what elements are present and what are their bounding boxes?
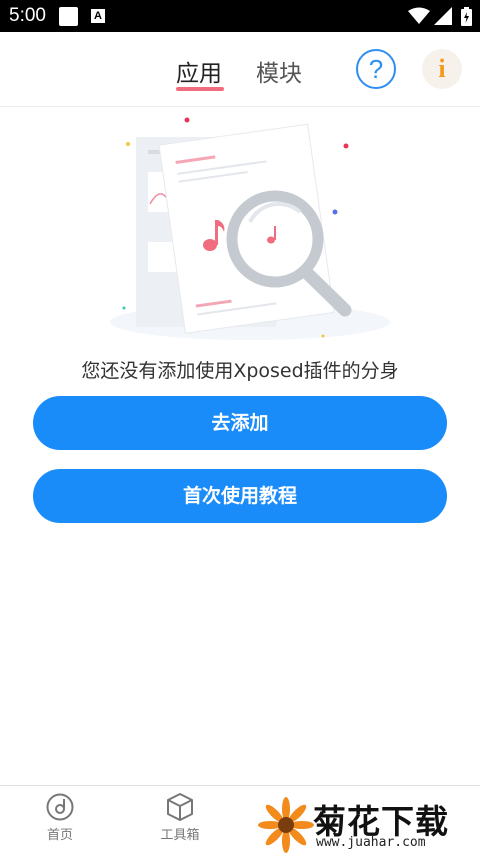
signal-icon: [434, 7, 452, 25]
nav-home-label: 首页: [46, 828, 73, 843]
add-button[interactable]: 去添加: [33, 396, 447, 450]
wifi-icon: [408, 7, 430, 24]
status-bar: 5:00 A: [0, 0, 480, 32]
help-button[interactable]: ?: [356, 49, 396, 89]
battery-icon: [461, 7, 472, 26]
notification-square-icon: [59, 7, 78, 26]
empty-state-message: 您还没有添加使用Xposed插件的分身: [81, 360, 399, 382]
active-tab-indicator: [176, 87, 224, 91]
status-time: 5:00: [9, 5, 46, 26]
chrysanthemum-logo-icon: [258, 797, 314, 853]
tutorial-button[interactable]: 首次使用教程: [33, 469, 447, 523]
tab-modules[interactable]: 模块: [256, 54, 302, 88]
home-disc-icon: [46, 793, 74, 821]
nav-item-toolbox[interactable]: 工具箱: [145, 792, 215, 843]
nav-item-home[interactable]: 首页: [25, 792, 95, 843]
notification-a-icon: A: [91, 9, 105, 23]
top-header: 应用 模块 ? i: [0, 32, 480, 107]
toolbox-cube-icon: [167, 793, 193, 821]
watermark-url: www.juahar.com: [316, 835, 426, 850]
watermark: 菊花下载网 www.juahar.com: [258, 795, 480, 853]
empty-state-illustration: [110, 117, 390, 340]
info-button[interactable]: i: [422, 49, 462, 89]
nav-toolbox-label: 工具箱: [160, 828, 200, 843]
tab-apps[interactable]: 应用: [176, 54, 222, 88]
